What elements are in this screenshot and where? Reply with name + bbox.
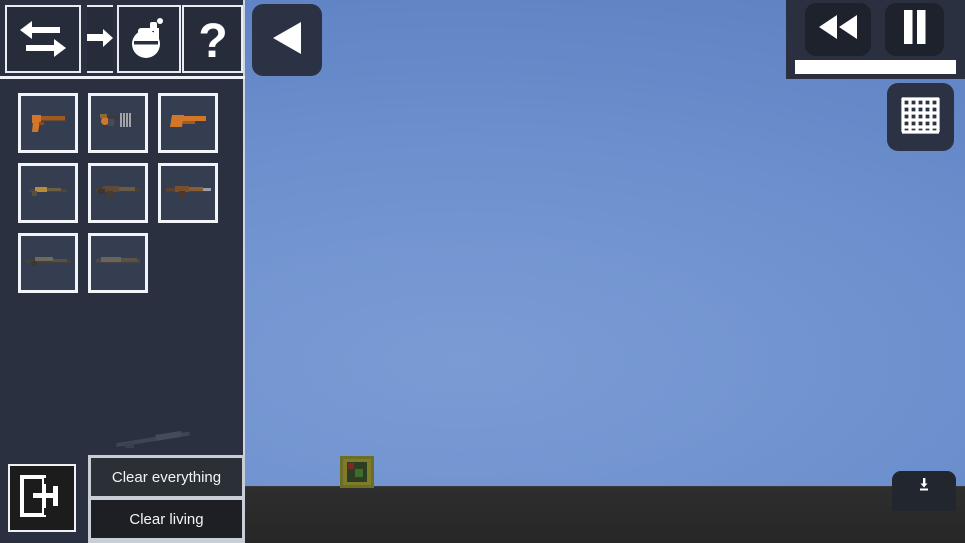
exit-door-icon <box>19 474 65 523</box>
grenade-icon <box>127 16 171 62</box>
time-speed-fill <box>795 60 956 74</box>
battle-rifle-icon <box>93 252 143 275</box>
ak-rifle-icon <box>163 181 213 206</box>
weapon-list-overflow-item[interactable] <box>110 430 200 450</box>
weapon-tile-battle-rifle[interactable] <box>88 233 148 293</box>
sniper-rifle-icon <box>23 252 73 275</box>
weapon-tile-ak-rifle[interactable] <box>158 163 218 223</box>
weapon-tile-shotgun[interactable] <box>158 93 218 153</box>
weapon-tile-pistol[interactable] <box>18 93 78 153</box>
assault-rifle-icon <box>93 181 143 206</box>
weapon-tile-smg[interactable] <box>88 93 148 153</box>
pistol-icon <box>26 108 70 139</box>
exit-button[interactable] <box>8 464 76 532</box>
simulation-controls <box>786 0 965 79</box>
carbine-icon <box>25 182 71 205</box>
sidebar-tabstrip: ? <box>0 0 245 79</box>
weapon-tile-sniper-rifle[interactable] <box>18 233 78 293</box>
tabstrip-divider <box>83 0 87 79</box>
left-sidebar: ? Clear everything Clear living <box>0 0 245 543</box>
crate-detail-green <box>355 469 363 477</box>
clear-actions-panel: Clear everything Clear living <box>88 455 245 543</box>
download-icon <box>918 478 930 496</box>
arrow-right-icon <box>87 24 113 54</box>
tabstrip-underline <box>0 76 245 79</box>
weapon-grid <box>18 93 228 303</box>
smg-icon <box>95 108 141 139</box>
grid-snap-icon <box>900 94 942 141</box>
time-speed-slider[interactable] <box>795 60 956 74</box>
shotgun-icon <box>166 109 210 138</box>
app-screen: ? Clear everything Clear living <box>0 0 965 543</box>
weapon-tile-assault-rifle[interactable] <box>88 163 148 223</box>
tab-grenades[interactable] <box>117 5 181 73</box>
crate-object[interactable] <box>340 456 374 488</box>
rewind-icon <box>817 14 859 45</box>
grid-snap-button[interactable] <box>887 83 954 151</box>
rewind-button[interactable] <box>805 3 871 56</box>
sidebar-bottom-bar: Clear everything Clear living <box>0 455 245 543</box>
pause-icon <box>901 9 929 50</box>
back-button[interactable] <box>252 4 322 76</box>
svg-text:?: ? <box>198 15 227 63</box>
swap-arrows-icon <box>18 18 68 60</box>
tab-help[interactable]: ? <box>182 5 243 73</box>
clear-everything-button[interactable]: Clear everything <box>91 458 242 496</box>
tab-swap[interactable] <box>5 5 81 73</box>
question-mark-icon: ? <box>194 15 232 63</box>
crate-detail-red <box>348 463 354 469</box>
clear-living-button[interactable]: Clear living <box>91 500 242 538</box>
tab-spawn[interactable] <box>87 5 113 73</box>
save-button[interactable] <box>892 471 956 511</box>
weapon-tile-carbine[interactable] <box>18 163 78 223</box>
pause-button[interactable] <box>885 3 944 56</box>
play-left-triangle-icon <box>270 20 304 61</box>
